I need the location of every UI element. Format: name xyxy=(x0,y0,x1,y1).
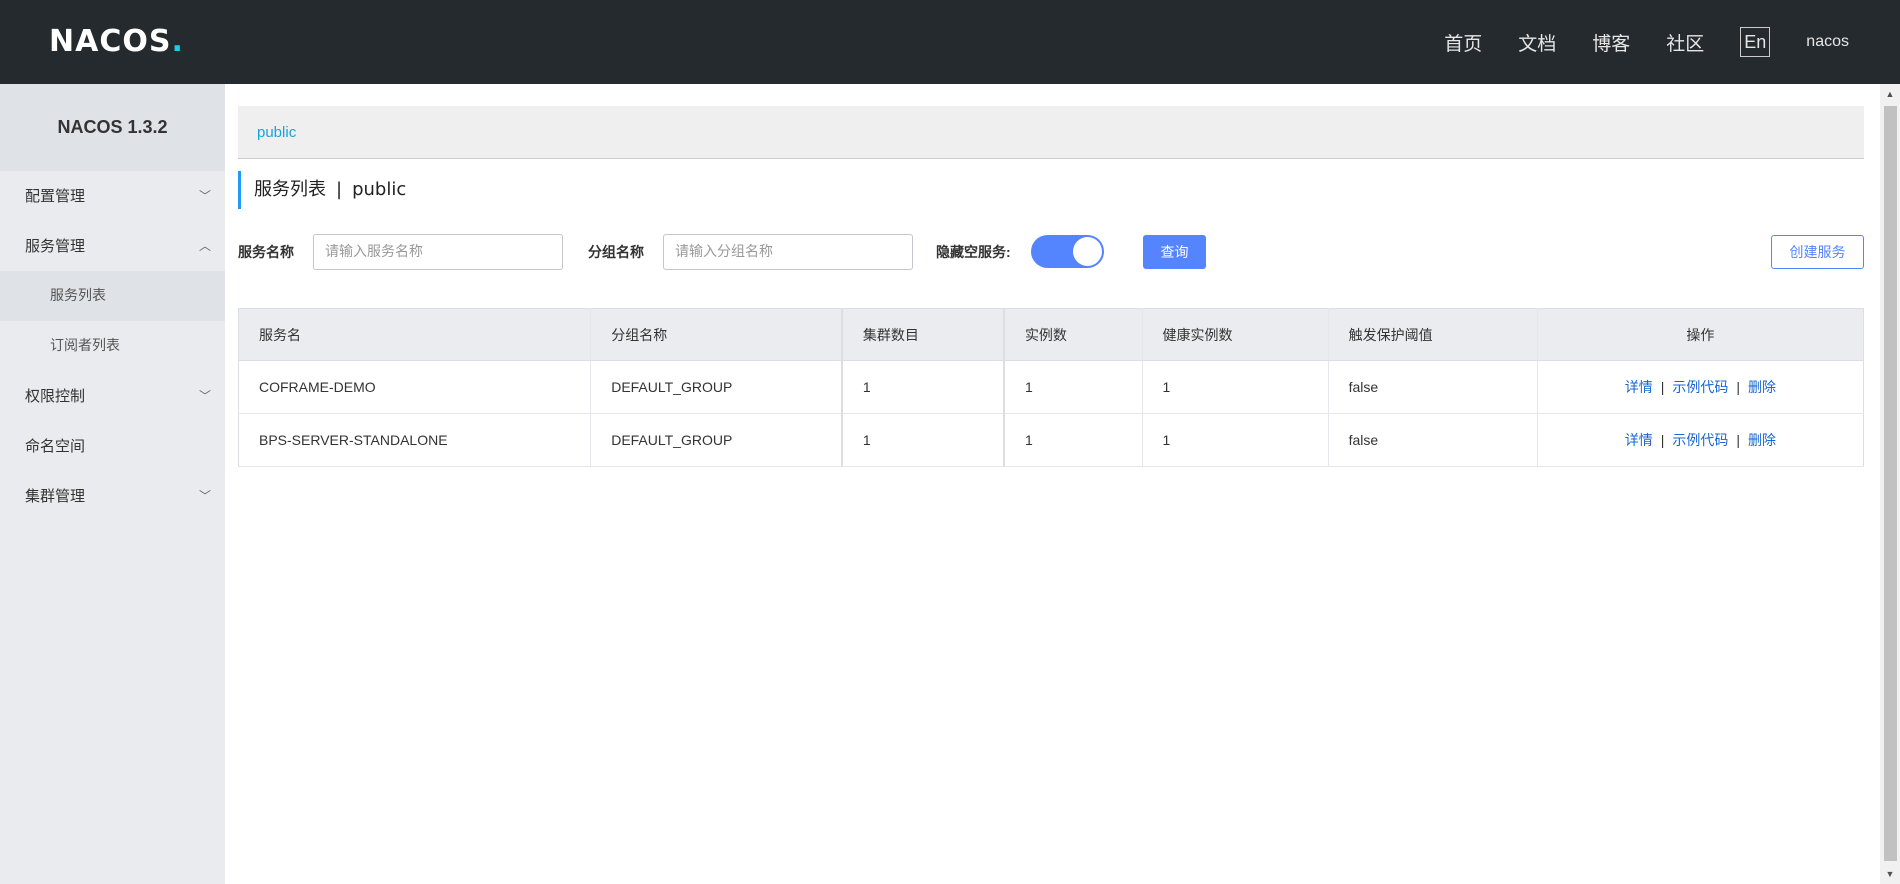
sample-code-link[interactable]: 示例代码 xyxy=(1672,432,1728,448)
page-title: 服务列表 | public xyxy=(238,171,406,209)
table-row: BPS-SERVER-STANDALONE DEFAULT_GROUP 1 1 … xyxy=(238,413,1864,467)
scrollbar-thumb[interactable] xyxy=(1884,106,1897,861)
op-separator: | xyxy=(1660,379,1665,395)
filter-bar: 服务名称 请输入服务名称 分组名称 请输入分组名称 隐藏空服务: 查询 创建服务 xyxy=(238,234,1864,270)
query-button[interactable]: 查询 xyxy=(1143,235,1206,269)
sidebar-item-service-list[interactable]: 服务列表 xyxy=(0,271,225,321)
table-row: COFRAME-DEMO DEFAULT_GROUP 1 1 1 false 详… xyxy=(238,360,1864,414)
col-group-name: 分组名称 xyxy=(590,308,843,361)
cell-healthy-count: 1 xyxy=(1142,413,1329,467)
sidebar-item-cluster-management[interactable]: 集群管理 ﹀ xyxy=(0,471,225,521)
scroll-down-arrow-icon[interactable]: ▼ xyxy=(1880,864,1900,884)
hide-empty-toggle[interactable] xyxy=(1031,235,1104,268)
page-title-text: 服务列表 xyxy=(254,179,326,200)
sidebar-item-label: 权限控制 xyxy=(25,387,86,405)
cell-group-name: DEFAULT_GROUP xyxy=(590,360,843,414)
chevron-down-icon: ﹀ xyxy=(198,389,211,403)
sidebar-item-access-control[interactable]: 权限控制 ﹀ xyxy=(0,371,225,421)
cell-instance-count: 1 xyxy=(1003,360,1143,414)
nav-blog[interactable]: 博客 xyxy=(1592,29,1630,56)
service-table: 服务名 分组名称 集群数目 实例数 健康实例数 触发保护阈值 操作 COFRAM… xyxy=(238,308,1864,467)
create-service-button[interactable]: 创建服务 xyxy=(1771,235,1864,269)
cell-instance-count: 1 xyxy=(1003,413,1143,467)
nav-home[interactable]: 首页 xyxy=(1444,29,1482,56)
main-content: public 服务列表 | public 服务名称 请输入服务名称 分组名称 请输入… xyxy=(225,84,1875,884)
sidebar-item-label: 集群管理 xyxy=(25,487,86,505)
table-header-row: 服务名 分组名称 集群数目 实例数 健康实例数 触发保护阈值 操作 xyxy=(238,308,1864,361)
op-separator: | xyxy=(1736,379,1741,395)
group-name-label: 分组名称 xyxy=(588,244,644,260)
sidebar-item-subscriber-list[interactable]: 订阅者列表 xyxy=(0,321,225,371)
cell-operations: 详情 | 示例代码 | 删除 xyxy=(1537,413,1864,467)
nacos-logo[interactable]: NACOS. xyxy=(49,24,184,60)
cell-threshold: false xyxy=(1328,360,1538,414)
col-service-name: 服务名 xyxy=(238,308,592,361)
scroll-up-arrow-icon[interactable]: ▲ xyxy=(1880,84,1900,104)
vertical-scrollbar[interactable]: ▲ ▼ xyxy=(1880,84,1900,884)
cell-cluster-count: 1 xyxy=(841,413,1005,467)
cell-group-name: DEFAULT_GROUP xyxy=(590,413,843,467)
namespace-link[interactable]: public xyxy=(257,124,296,141)
delete-link[interactable]: 删除 xyxy=(1748,379,1776,395)
chevron-down-icon: ﹀ xyxy=(198,489,211,503)
detail-link[interactable]: 详情 xyxy=(1625,379,1653,395)
cell-healthy-count: 1 xyxy=(1142,360,1329,414)
sidebar-item-label: 配置管理 xyxy=(25,187,86,205)
nav-docs[interactable]: 文档 xyxy=(1518,29,1556,56)
op-separator: | xyxy=(1736,432,1741,448)
op-separator: | xyxy=(1660,432,1665,448)
hide-empty-label: 隐藏空服务: xyxy=(936,244,1011,260)
title-namespace: public xyxy=(352,179,407,200)
sidebar-item-namespace[interactable]: 命名空间 xyxy=(0,421,225,471)
chevron-up-icon: ︿ xyxy=(198,239,211,253)
toggle-knob xyxy=(1073,237,1102,266)
sidebar-item-label: 服务列表 xyxy=(50,288,106,304)
sidebar-item-service-management[interactable]: 服务管理 ︿ xyxy=(0,221,225,271)
cell-service-name: COFRAME-DEMO xyxy=(238,360,592,414)
col-instance-count: 实例数 xyxy=(1003,308,1143,361)
col-cluster-count: 集群数目 xyxy=(841,308,1005,361)
col-threshold: 触发保护阈值 xyxy=(1328,308,1538,361)
language-switch[interactable]: En xyxy=(1740,27,1771,57)
cell-service-name: BPS-SERVER-STANDALONE xyxy=(238,413,592,467)
service-name-input[interactable]: 请输入服务名称 xyxy=(313,234,563,270)
sidebar-item-label: 服务管理 xyxy=(25,237,86,255)
sidebar-item-label: 命名空间 xyxy=(25,437,86,455)
detail-link[interactable]: 详情 xyxy=(1625,432,1653,448)
chevron-down-icon: ﹀ xyxy=(198,189,211,203)
col-operations: 操作 xyxy=(1537,308,1864,361)
sidebar: NACOS 1.3.2 配置管理 ﹀ 服务管理 ︿ 服务列表 订阅者列表 权限控… xyxy=(0,84,225,884)
user-menu[interactable]: nacos xyxy=(1806,33,1849,51)
delete-link[interactable]: 删除 xyxy=(1748,432,1776,448)
cell-operations: 详情 | 示例代码 | 删除 xyxy=(1537,360,1864,414)
cell-threshold: false xyxy=(1328,413,1538,467)
version-label: NACOS 1.3.2 xyxy=(0,84,225,171)
group-name-input[interactable]: 请输入分组名称 xyxy=(663,234,913,270)
sidebar-item-config-management[interactable]: 配置管理 ﹀ xyxy=(0,171,225,221)
nav-community[interactable]: 社区 xyxy=(1666,29,1704,56)
col-healthy-count: 健康实例数 xyxy=(1142,308,1329,361)
top-header: NACOS. 首页 文档 博客 社区 En nacos xyxy=(0,0,1900,84)
top-nav: 首页 文档 博客 社区 En nacos xyxy=(1444,0,1900,84)
namespace-bar: public xyxy=(238,106,1864,159)
cell-cluster-count: 1 xyxy=(841,360,1005,414)
service-name-label: 服务名称 xyxy=(238,244,294,260)
sidebar-item-label: 订阅者列表 xyxy=(50,338,120,354)
sample-code-link[interactable]: 示例代码 xyxy=(1672,379,1728,395)
title-separator: | xyxy=(336,179,343,200)
